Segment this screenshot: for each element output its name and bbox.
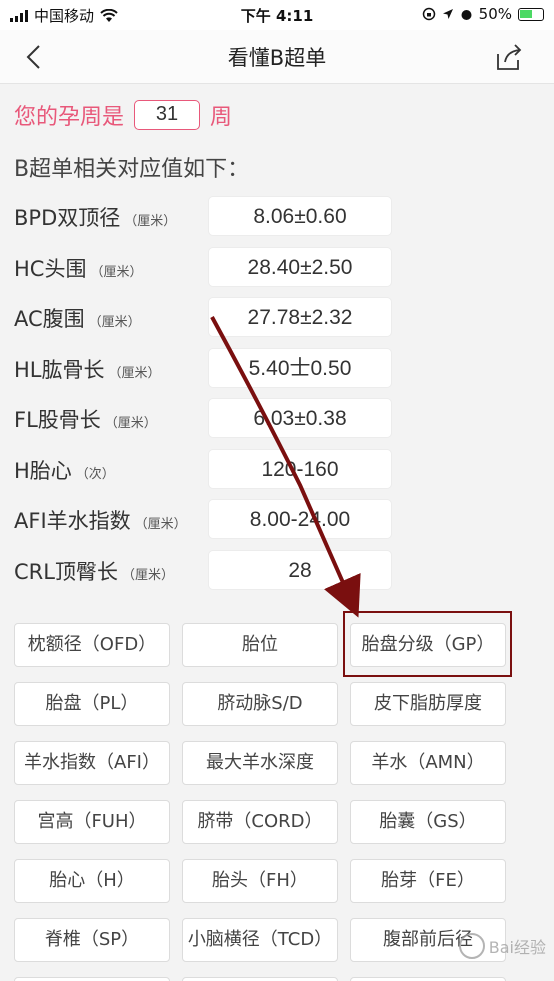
metric-value: 6.03±0.38 — [208, 398, 392, 438]
battery-icon — [518, 7, 544, 21]
metric-value: 28.40±2.50 — [208, 247, 392, 287]
term-button-fh[interactable]: 胎头（FH） — [182, 859, 338, 903]
term-button-subcutaneous-fat[interactable]: 皮下脂肪厚度 — [350, 682, 506, 726]
term-button-afi[interactable]: 羊水指数（AFI） — [14, 741, 170, 785]
week-suffix-label: 周 — [210, 105, 233, 130]
metric-row-ac: AC腹围 （厘米） 27.78±2.32 — [14, 297, 394, 337]
term-button-gs[interactable]: 胎囊（GS） — [350, 800, 506, 844]
metric-value: 28 — [208, 550, 392, 590]
metric-unit: （厘米） — [108, 366, 161, 381]
annotation-highlight-box — [343, 611, 512, 677]
metric-unit: （厘米） — [88, 315, 141, 330]
metric-value: 120-160 — [208, 449, 392, 489]
metric-unit: （厘米） — [134, 517, 187, 532]
metric-unit: （厘米） — [104, 416, 157, 431]
metric-value: 27.78±2.32 — [208, 297, 392, 337]
page-title: 看懂B超单 — [227, 46, 327, 70]
term-button-fuh[interactable]: 宫高（FUH） — [14, 800, 170, 844]
term-button-partial[interactable] — [14, 977, 170, 981]
metric-value: 5.40士0.50 — [208, 348, 392, 388]
location-icon — [442, 9, 453, 19]
term-button-sp[interactable]: 脊椎（SP） — [14, 918, 170, 962]
metric-label: FL股骨长 — [14, 408, 101, 432]
term-button-ofd[interactable]: 枕额径（OFD） — [14, 623, 170, 667]
metric-row-bpd: BPD双顶径 （厘米） 8.06±0.60 — [14, 196, 394, 236]
status-bar: 中国移动 下午 4:11 50% — [0, 0, 554, 30]
rotation-lock-icon — [422, 7, 435, 21]
term-button-tcd[interactable]: 小脑横径（TCD） — [182, 918, 338, 962]
term-button-placenta[interactable]: 胎盘（PL） — [14, 682, 170, 726]
metric-row-heart: H胎心 （次） 120-160 — [14, 449, 394, 489]
metric-label: AC腹围 — [14, 307, 85, 331]
metric-unit: （厘米） — [121, 568, 174, 583]
week-input[interactable]: 31 — [134, 100, 201, 130]
share-icon[interactable] — [494, 42, 524, 72]
metric-row-afi: AFI羊水指数 （厘米） 8.00-24.00 — [14, 499, 394, 539]
battery-percent: 50% — [478, 5, 512, 23]
metric-label: AFI羊水指数 — [14, 509, 131, 533]
term-button-partial[interactable] — [182, 977, 338, 981]
metric-row-hc: HC头围 （厘米） 28.40±2.50 — [14, 247, 394, 287]
watermark-text: Bai经验 — [488, 938, 546, 957]
metric-value: 8.00-24.00 — [208, 499, 392, 539]
alarm-icon — [461, 9, 472, 20]
metric-label: HC头围 — [14, 257, 87, 281]
term-button-heart[interactable]: 胎心（H） — [14, 859, 170, 903]
metric-row-fl: FL股骨长 （厘米） 6.03±0.38 — [14, 398, 394, 438]
metric-value: 8.06±0.60 — [208, 196, 392, 236]
week-prefix-label: 您的孕周是 — [14, 105, 125, 130]
metric-label: HL肱骨长 — [14, 358, 105, 382]
watermark: Bai经验 — [458, 933, 546, 959]
term-button-max-amniotic-depth[interactable]: 最大羊水深度 — [182, 741, 338, 785]
status-right: 50% — [422, 5, 544, 23]
main-content: 您的孕周是 31 周 B超单相关对应值如下： BPD双顶径 （厘米） 8.06±0… — [0, 85, 554, 981]
metric-unit: （厘米） — [90, 265, 143, 280]
term-button-umbilical-sd[interactable]: 脐动脉S/D — [182, 682, 338, 726]
metric-unit: （次） — [75, 467, 115, 482]
term-button-cord[interactable]: 脐带（CORD） — [182, 800, 338, 844]
nav-bar: 看懂B超单 — [0, 30, 554, 84]
term-button-fe[interactable]: 胎芽（FE） — [350, 859, 506, 903]
watermark-logo-icon — [458, 933, 485, 959]
term-button-amn[interactable]: 羊水（AMN） — [350, 741, 506, 785]
metric-row-hl: HL肱骨长 （厘米） 5.40士0.50 — [14, 348, 394, 388]
metric-label: H胎心 — [14, 459, 72, 483]
pregnancy-week-row: 您的孕周是 31 周 — [14, 99, 232, 131]
metric-row-crl: CRL顶臀长 （厘米） 28 — [14, 550, 394, 590]
term-button-fetal-position[interactable]: 胎位 — [182, 623, 338, 667]
section-title: B超单相关对应值如下： — [14, 157, 250, 182]
metric-unit: （厘米） — [124, 214, 177, 229]
metric-label: CRL顶臀长 — [14, 560, 118, 584]
metric-label: BPD双顶径 — [14, 206, 121, 230]
term-button-partial[interactable] — [350, 977, 506, 981]
